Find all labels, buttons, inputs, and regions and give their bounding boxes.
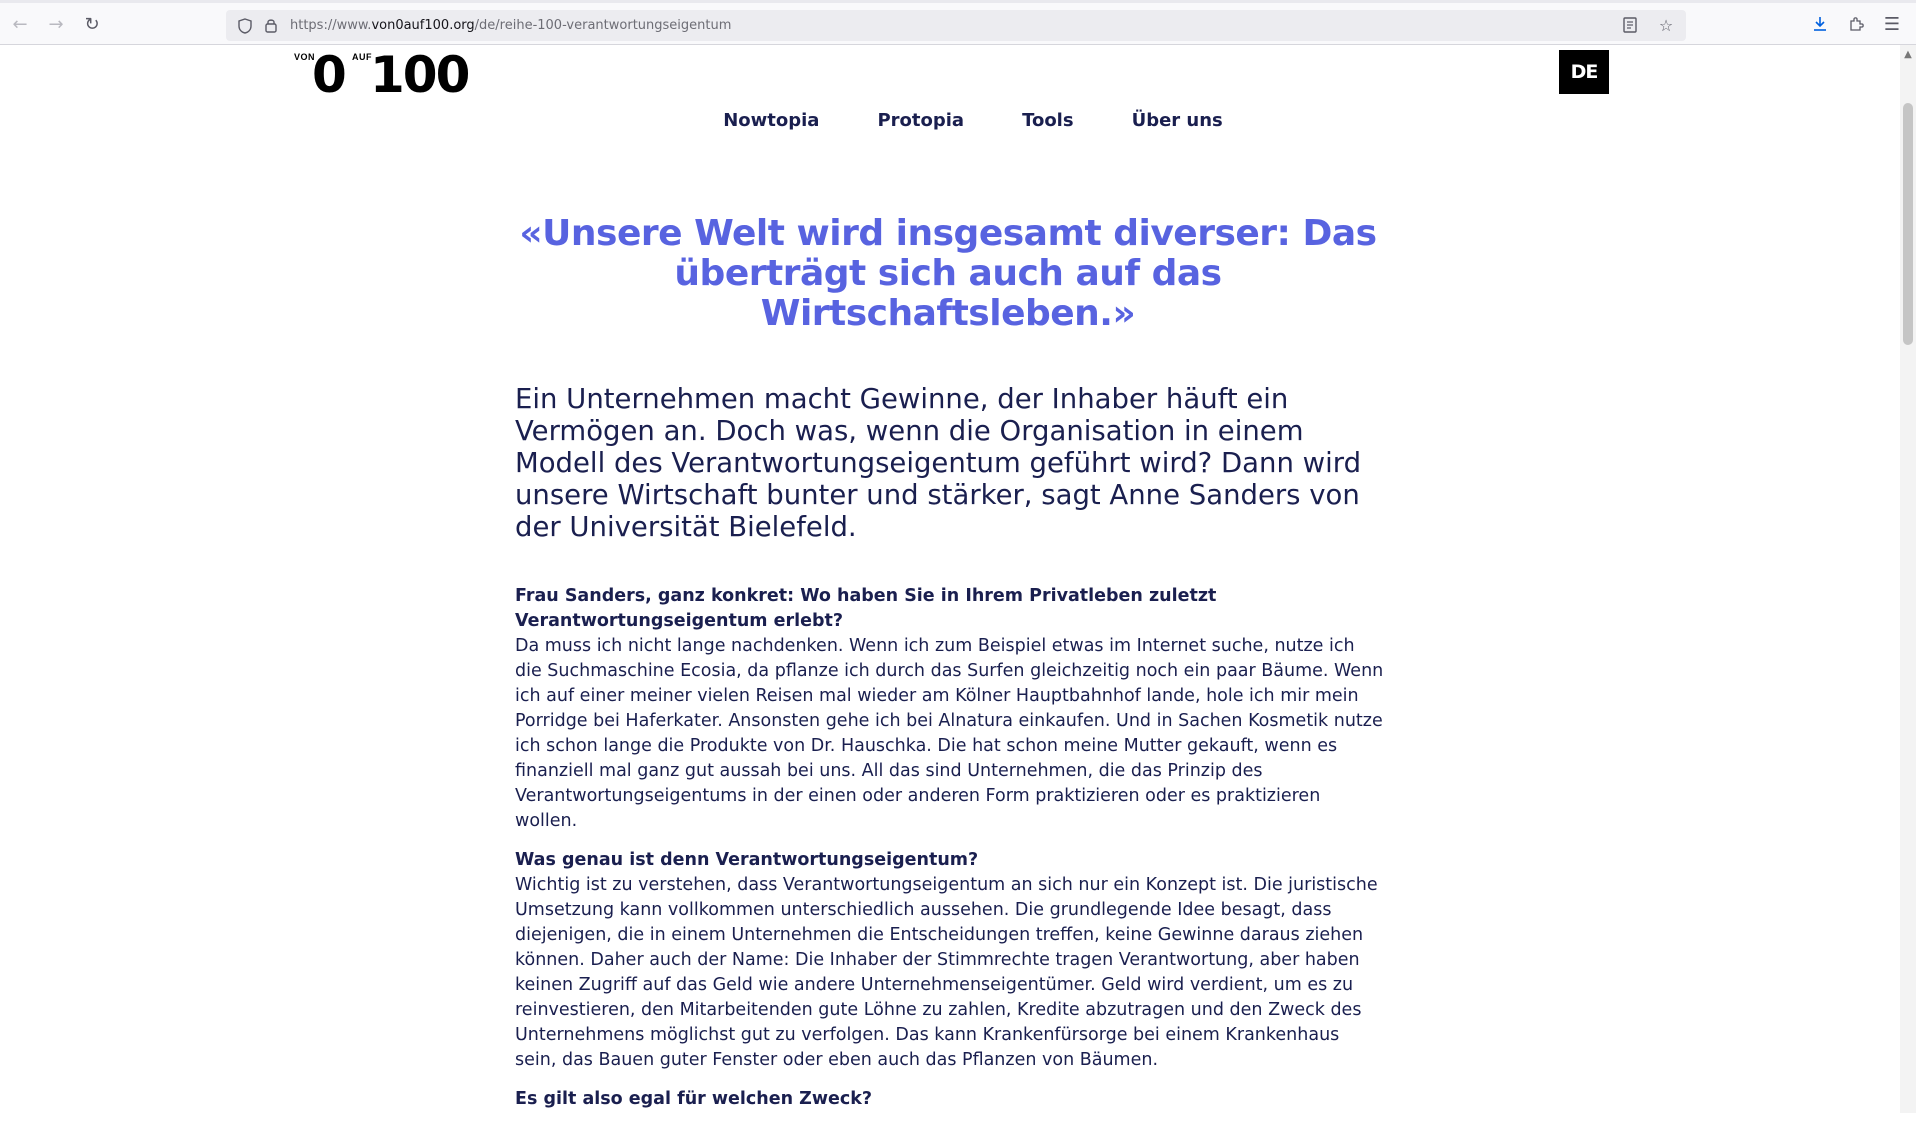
reader-view-icon [1623, 17, 1637, 33]
url-path: /de/reihe-100-verantwortungseigentum [474, 18, 732, 33]
logo-auf: AUF [352, 52, 372, 62]
lock-icon[interactable] [260, 15, 282, 37]
qa-block: Frau Sanders, ganz konkret: Wo haben Sie… [515, 584, 1385, 834]
scrollbar-thumb[interactable] [1903, 103, 1913, 345]
nav-item-protopia[interactable]: Protopia [877, 110, 964, 142]
nav-item-nowtopia[interactable]: Nowtopia [723, 110, 819, 142]
logo-zero: 0 [312, 46, 347, 104]
site-logo[interactable]: VON 0 AUF 100 [294, 50, 476, 100]
interview-question: Was genau ist denn Verantwortungseigentu… [515, 850, 979, 870]
logo-hundred: 100 [370, 46, 470, 104]
url-prefix: https://www. [290, 18, 372, 33]
page-scrollbar[interactable]: ▲ [1900, 45, 1916, 1113]
article-quote-title: «Unsere Welt wird insgesamt diverser: Da… [519, 213, 1377, 334]
address-bar[interactable]: https://www.von0auf100.org/de/reihe-100-… [226, 10, 1686, 41]
back-button[interactable]: ← [6, 10, 34, 38]
extensions-button[interactable] [1842, 10, 1870, 38]
download-icon [1814, 17, 1826, 31]
article-body: Frau Sanders, ganz konkret: Wo haben Sie… [515, 584, 1385, 1126]
arrow-left-icon: ← [12, 13, 28, 35]
downloads-button[interactable] [1806, 10, 1834, 38]
scroll-up-arrow-icon[interactable]: ▲ [1900, 49, 1916, 63]
interview-question: Frau Sanders, ganz konkret: Wo haben Sie… [515, 586, 1217, 631]
menu-button[interactable]: ☰ [1878, 10, 1906, 38]
reload-button[interactable]: ↻ [78, 10, 106, 38]
browser-toolbar: ← → ↻ https://www.von0auf100.org/de/reih… [0, 3, 1916, 45]
hamburger-icon: ☰ [1883, 13, 1901, 35]
url-host: von0auf100.org [371, 18, 475, 33]
interview-question: Es gilt also egal für welchen Zweck? [515, 1089, 873, 1109]
arrow-right-icon: → [48, 13, 64, 35]
interview-answer: Da muss ich nicht lange nachdenken. Wenn… [515, 636, 1384, 831]
article-lead: Ein Unternehmen macht Gewinne, der Inhab… [515, 383, 1362, 543]
qa-block: Es gilt also egal für welchen Zweck? [515, 1087, 1385, 1112]
interview-answer: Wichtig ist zu verstehen, dass Verantwor… [515, 875, 1378, 1070]
nav-item-ueber-uns[interactable]: Über uns [1132, 110, 1223, 142]
reload-icon: ↻ [84, 13, 100, 35]
star-icon: ☆ [1658, 15, 1674, 35]
reader-view-button[interactable] [1618, 13, 1642, 37]
main-navigation: Nowtopia Protopia Tools Über uns [0, 110, 1900, 142]
puzzle-icon [1850, 17, 1864, 31]
forward-button[interactable]: → [42, 10, 70, 38]
language-switch-button[interactable]: DE [1559, 50, 1609, 94]
shield-icon[interactable] [234, 15, 256, 37]
url-text[interactable]: https://www.von0auf100.org/de/reihe-100-… [290, 18, 731, 33]
qa-block: Was genau ist denn Verantwortungseigentu… [515, 848, 1385, 1073]
bookmark-button[interactable]: ☆ [1654, 13, 1678, 37]
nav-item-tools[interactable]: Tools [1022, 110, 1074, 142]
